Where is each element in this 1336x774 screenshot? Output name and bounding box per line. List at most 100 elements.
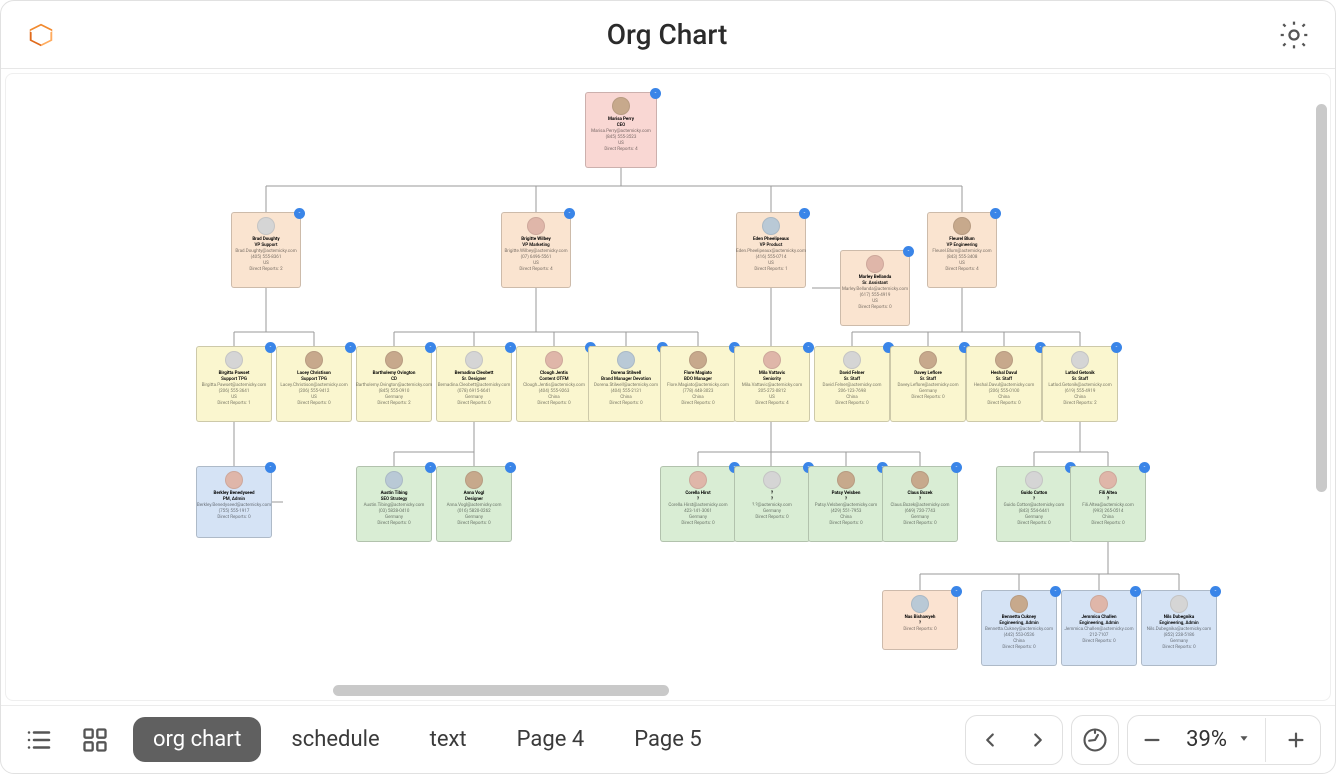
zoom-in-button[interactable] xyxy=(1272,716,1320,764)
collapse-badge[interactable]: - xyxy=(799,208,810,219)
outline-view-button[interactable] xyxy=(15,716,63,764)
collapse-badge[interactable]: - xyxy=(265,462,276,473)
collapse-badge[interactable]: - xyxy=(1210,586,1221,597)
org-node[interactable]: - Birgitta Pawset Support TPG Birgitta.P… xyxy=(196,346,272,422)
collapse-badge[interactable]: - xyxy=(1139,462,1150,473)
avatar xyxy=(1099,471,1117,489)
collapse-badge[interactable]: - xyxy=(990,208,1001,219)
org-node[interactable]: - Mila Vattavic Seniority Mila.Vattavic@… xyxy=(734,346,810,422)
zoom-group: 39% xyxy=(1127,715,1321,765)
org-node[interactable]: - Davey Leflore Sr. Staff Davey.Leflore@… xyxy=(890,346,966,422)
direct-reports: Direct Reports: 2 xyxy=(1063,401,1096,407)
direct-reports: Direct Reports: 1 xyxy=(217,401,250,407)
direct-reports: Direct Reports: 0 xyxy=(987,401,1020,407)
collapse-badge[interactable]: - xyxy=(564,208,575,219)
collapse-badge[interactable]: - xyxy=(650,88,661,99)
org-node[interactable]: - Patsy Velsben ? Patsy.Velsben@actemick… xyxy=(808,466,884,542)
org-node[interactable]: - ? ? ?.?@actemicky.com Germany Direct R… xyxy=(734,466,810,542)
tab-schedule[interactable]: schedule xyxy=(271,717,399,762)
tab-org-chart[interactable]: org chart xyxy=(133,717,261,762)
avatar xyxy=(689,471,707,489)
org-node[interactable]: - Dorena Stilwell Brand Manager Devotion… xyxy=(588,346,664,422)
org-node[interactable]: - Claus Bozek ? Claus.Bozek@actemicky.co… xyxy=(882,466,958,542)
collapse-badge[interactable]: - xyxy=(265,342,276,353)
collapse-badge[interactable]: - xyxy=(951,586,962,597)
direct-reports: Direct Reports: 0 xyxy=(681,521,714,527)
org-node[interactable]: - Marley Bellanda Sr. Assistant Marley.B… xyxy=(840,250,910,326)
avatar xyxy=(617,351,635,369)
next-page-button[interactable] xyxy=(1014,716,1062,764)
avatar xyxy=(225,471,243,489)
org-node[interactable]: - Lacey Christison Support TPG Lacey.Chr… xyxy=(276,346,352,422)
org-node[interactable]: - Anna Vogl Designer Anna.Vogl@actemicky… xyxy=(436,466,512,542)
collapse-badge[interactable]: - xyxy=(505,462,516,473)
collapse-badge[interactable]: - xyxy=(803,342,814,353)
org-node[interactable]: - Clough Jentis Content OTFM Clough.Jent… xyxy=(516,346,592,422)
zoom-dropdown-button[interactable] xyxy=(1237,730,1251,749)
org-node[interactable]: - Austin Tibing SEO Strategy Austin.Tibi… xyxy=(356,466,432,542)
avatar xyxy=(995,351,1013,369)
grid-view-button[interactable] xyxy=(71,716,119,764)
org-node[interactable]: - Eden Pheelipeaux VP Product Eden.Pheel… xyxy=(736,212,806,288)
collapse-badge[interactable]: - xyxy=(425,462,436,473)
prev-page-button[interactable] xyxy=(966,716,1014,764)
org-node[interactable]: - Nils Dubegnika Engineering, Admin Nils… xyxy=(1141,590,1217,666)
settings-button[interactable] xyxy=(1277,18,1311,52)
horizontal-scrollbar[interactable] xyxy=(333,685,669,696)
avatar xyxy=(465,351,483,369)
org-node[interactable]: - Brigitte Wilbey VP Marketing Brigitte.… xyxy=(501,212,571,288)
collapse-badge[interactable]: - xyxy=(951,462,962,473)
org-node[interactable]: - Marisa Perry CEO Marisa.Perry@actemick… xyxy=(585,92,657,168)
collapse-badge[interactable]: - xyxy=(1111,342,1122,353)
direct-reports: Direct Reports: 0 xyxy=(903,627,936,633)
org-node[interactable]: - Brad Doughty VP Support Brad.Doughty@a… xyxy=(231,212,301,288)
collapse-badge[interactable]: - xyxy=(1050,586,1061,597)
org-node[interactable]: - Heshal Davul Sr. Staff Heshal.Davul@ac… xyxy=(966,346,1042,422)
avatar xyxy=(689,351,707,369)
collapse-badge[interactable]: - xyxy=(294,208,305,219)
direct-reports: Direct Reports: 0 xyxy=(829,521,862,527)
org-node[interactable]: - Jemmica Challen Engineering, Admin Jem… xyxy=(1061,590,1137,666)
org-node[interactable]: - Bennetta Cukney Engineering, Admin Ben… xyxy=(981,590,1057,666)
org-node[interactable]: - Nas Bishawyeh ? Direct Reports: 0 xyxy=(882,590,958,650)
direct-reports: Direct Reports: 4 xyxy=(604,147,637,153)
org-node[interactable]: - Bartholemy Ovington CD Bartholemy.Ovin… xyxy=(356,346,432,422)
collapse-badge[interactable]: - xyxy=(345,342,356,353)
present-button[interactable] xyxy=(1071,715,1119,765)
org-node[interactable]: - Berkley Benedyseed PM, Admin Berkley.B… xyxy=(196,466,272,538)
org-node[interactable]: - Guido Cotton ? Guido.Cotton@actemicky.… xyxy=(996,466,1072,542)
canvas[interactable]: - Marisa Perry CEO Marisa.Perry@actemick… xyxy=(5,73,1331,701)
direct-reports: Direct Reports: 0 xyxy=(217,515,250,521)
avatar xyxy=(545,351,563,369)
divider xyxy=(1265,718,1266,762)
org-node[interactable]: David Felner Sr. Staff David.Felner@acte… xyxy=(814,346,890,422)
avatar xyxy=(762,217,780,235)
org-node[interactable]: - Bernadina Cleobett Sr. Designer Bernad… xyxy=(436,346,512,422)
avatar xyxy=(1071,351,1089,369)
app-logo xyxy=(25,19,57,51)
collapse-badge[interactable]: - xyxy=(1130,586,1141,597)
direct-reports: Direct Reports: 0 xyxy=(835,401,868,407)
org-node[interactable]: - Fleurel Blum VP Engineering Fleurel.Bl… xyxy=(927,212,997,288)
direct-reports: Direct Reports: 4 xyxy=(519,267,552,273)
tab-text[interactable]: text xyxy=(410,717,487,762)
avatar xyxy=(837,471,855,489)
avatar xyxy=(225,351,243,369)
direct-reports: Direct Reports: 0 xyxy=(911,395,944,401)
tab-page-5[interactable]: Page 5 xyxy=(614,717,722,762)
vertical-scrollbar[interactable] xyxy=(1316,104,1327,492)
collapse-badge[interactable]: - xyxy=(505,342,516,353)
org-node[interactable]: - Latlod Getonik Sr. Staff Latlod.Getoni… xyxy=(1042,346,1118,422)
collapse-badge[interactable]: - xyxy=(425,342,436,353)
org-node[interactable]: - Fili Altea ? Fili.Altea@actemicky.com … xyxy=(1070,466,1146,542)
collapse-badge[interactable]: - xyxy=(903,246,914,257)
org-node[interactable]: - Corella Hirst ? Corella.Hirst@actemick… xyxy=(660,466,736,542)
page-tabs: org chartscheduletextPage 4Page 5 xyxy=(133,717,722,762)
org-node[interactable]: - Flore Magiato BDO Manager Flore.Magiat… xyxy=(660,346,736,422)
direct-reports: Direct Reports: 0 xyxy=(1091,521,1124,527)
tab-page-4[interactable]: Page 4 xyxy=(497,717,605,762)
avatar xyxy=(866,255,884,273)
direct-reports: Direct Reports: 0 xyxy=(858,305,891,311)
zoom-out-button[interactable] xyxy=(1128,716,1176,764)
avatar xyxy=(919,351,937,369)
